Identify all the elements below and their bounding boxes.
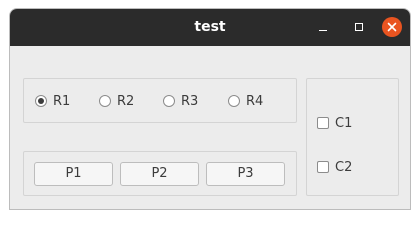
- title-bar[interactable]: test: [10, 9, 410, 46]
- p3-button[interactable]: P3: [206, 162, 285, 186]
- radio-r1[interactable]: R1: [35, 93, 70, 109]
- minimize-icon: [319, 29, 327, 31]
- checkbox-group: C1 C2: [306, 78, 399, 196]
- app-window: test R1 R2 R3 R4 P1 P2 P3 C1 C2: [9, 8, 411, 210]
- radio-label: R1: [53, 93, 71, 109]
- radio-group: R1 R2 R3 R4: [23, 78, 297, 123]
- checkbox-label: C1: [335, 115, 353, 131]
- minimize-button[interactable]: [314, 18, 332, 36]
- radio-r3[interactable]: R3: [163, 93, 198, 109]
- radio-indicator-checked: [35, 95, 47, 107]
- radio-indicator: [228, 95, 240, 107]
- checkbox-c2[interactable]: C2: [317, 159, 352, 175]
- p1-button[interactable]: P1: [34, 162, 113, 186]
- maximize-icon: [355, 23, 363, 31]
- radio-indicator: [99, 95, 111, 107]
- radio-label: R4: [246, 93, 264, 109]
- radio-r2[interactable]: R2: [99, 93, 134, 109]
- radio-label: R3: [181, 93, 199, 109]
- radio-indicator: [163, 95, 175, 107]
- button-group: P1 P2 P3: [23, 151, 297, 196]
- checkbox-indicator: [317, 161, 329, 173]
- radio-r4[interactable]: R4: [228, 93, 263, 109]
- checkbox-c1[interactable]: C1: [317, 115, 352, 131]
- checkbox-indicator: [317, 117, 329, 129]
- checkbox-label: C2: [335, 159, 353, 175]
- maximize-button[interactable]: [350, 18, 368, 36]
- close-icon: [387, 22, 397, 32]
- p2-button[interactable]: P2: [120, 162, 199, 186]
- close-button[interactable]: [382, 17, 402, 37]
- radio-label: R2: [117, 93, 135, 109]
